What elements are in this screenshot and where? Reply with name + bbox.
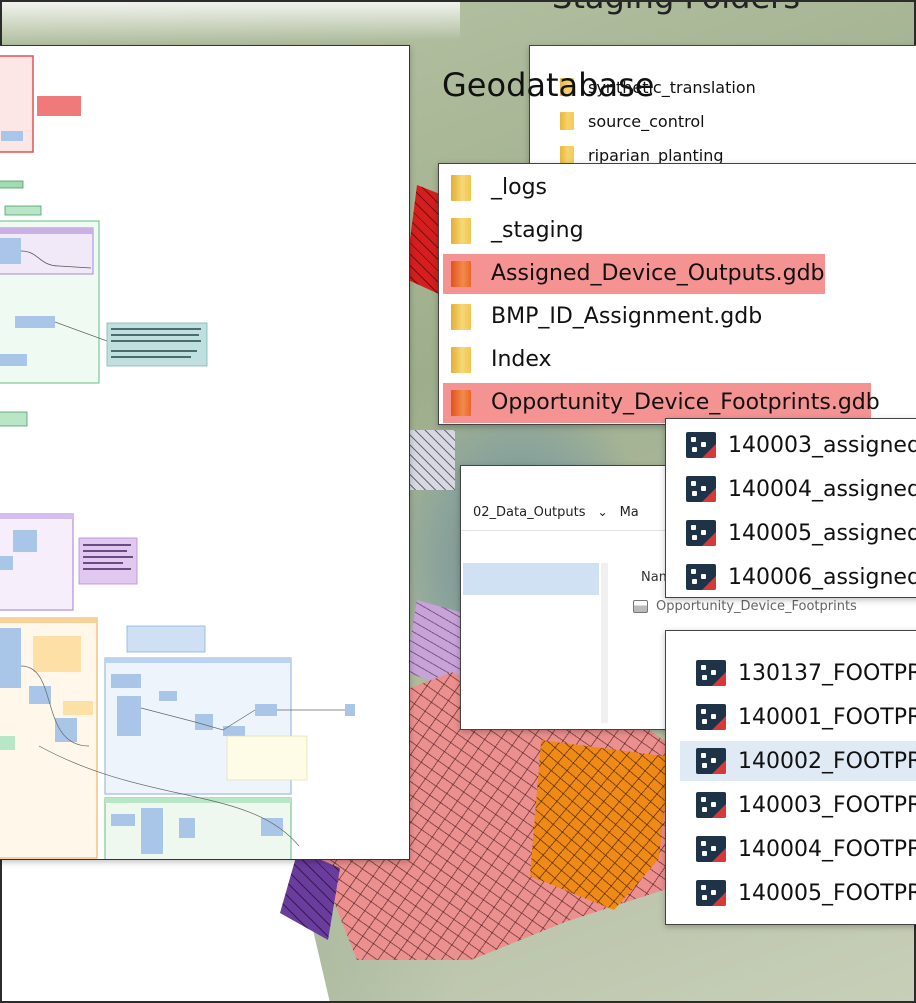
nav-pane-selected-item[interactable]: [463, 563, 599, 595]
feature-class-icon: [696, 660, 726, 686]
folder-icon: [560, 146, 574, 164]
geodatabase-icon: [633, 600, 648, 613]
map-region-mixed: [405, 430, 455, 490]
footprints-panel: 130137_FOOTPR 140001_FOOTPR 140002_FOOTP…: [665, 630, 916, 925]
footprint-item[interactable]: 130137_FOOTPR: [696, 651, 916, 695]
breadcrumb-next[interactable]: Ma: [620, 505, 639, 520]
footprint-label: 140002_FOOTPR: [738, 748, 916, 774]
geodatabase-item[interactable]: Index: [443, 338, 916, 381]
feature-class-item[interactable]: 140003_assigned: [686, 423, 916, 467]
feature-class-icon: [686, 432, 716, 458]
folder-icon: [560, 112, 574, 130]
footprint-item[interactable]: 140001_FOOTPR: [696, 695, 916, 739]
feature-class-item[interactable]: 140006_assigned: [686, 555, 916, 597]
geodatabase-item[interactable]: BMP_ID_Assignment.gdb: [443, 295, 916, 338]
footprint-item[interactable]: 140004_FOOTPR: [696, 827, 916, 871]
assigned-outputs-panel: 140003_assigned 140004_assigned 140005_a…: [665, 418, 916, 598]
geodatabase-item-label: _logs: [491, 175, 547, 200]
footprint-item[interactable]: 140003_FOOTPR: [696, 783, 916, 827]
footprints-list: 130137_FOOTPR 140001_FOOTPR 140002_FOOTP…: [679, 651, 916, 915]
footprint-label: 140001_FOOTPR: [738, 704, 916, 730]
feature-class-icon: [686, 520, 716, 546]
feature-class-label: 140005_assigned: [728, 520, 916, 546]
nav-pane-scrollbar[interactable]: [601, 563, 608, 723]
feature-class-icon: [696, 836, 726, 862]
feature-class-icon: [686, 564, 716, 590]
geodatabase-icon: [451, 389, 471, 416]
geodatabase-item[interactable]: _staging: [443, 209, 916, 252]
geodatabase-item-label: Index: [491, 347, 552, 372]
geodatabase-item-label: Assigned_Device_Outputs.gdb: [491, 261, 825, 286]
feature-class-icon: [696, 792, 726, 818]
feature-class-item[interactable]: 140005_assigned: [686, 511, 916, 555]
workflow-canvas: [0, 46, 409, 859]
annotation-note: [106, 322, 208, 367]
bookmark-orange: [0, 617, 98, 859]
geodatabase-item-label: Opportunity_Device_Footprints.gdb: [491, 390, 880, 415]
geodatabase-item[interactable]: _logs: [443, 166, 916, 209]
feature-class-label: 140006_assigned: [728, 564, 916, 590]
staging-folder-label: source_control: [588, 111, 705, 131]
explorer-gdb-label: Opportunity_Device_Footprints: [656, 599, 857, 614]
geodatabase-item-label: BMP_ID_Assignment.gdb: [491, 304, 763, 329]
fme-workspace-panel: [0, 45, 410, 860]
annotation-blue: [126, 625, 206, 653]
feature-class-icon: [686, 476, 716, 502]
folder-icon: [451, 217, 471, 244]
footprint-label: 130137_FOOTPR: [738, 660, 916, 686]
footprint-item[interactable]: 140005_FOOTPR: [696, 871, 916, 915]
staging-folders-panel: synthetic_translation source_control rip…: [529, 45, 916, 170]
staging-folder-item[interactable]: source_control: [560, 104, 756, 138]
feature-class-label: 140003_assigned: [728, 432, 916, 458]
staging-folders-title: Staging Folders: [552, 0, 800, 16]
folder-icon: [451, 174, 471, 201]
feature-class-icon: [696, 704, 726, 730]
bookmark-green-mid: [0, 411, 28, 427]
feature-class-item[interactable]: 140004_assigned: [686, 467, 916, 511]
footprint-label: 140005_FOOTPR: [738, 880, 916, 906]
breadcrumb-folder[interactable]: 02_Data_Outputs: [473, 505, 586, 520]
feature-class-label: 140004_assigned: [728, 476, 916, 502]
assigned-outputs-list: 140003_assigned 140004_assigned 140005_a…: [686, 423, 916, 597]
footprint-item-selected[interactable]: 140002_FOOTPR: [679, 739, 916, 783]
footprint-label: 140004_FOOTPR: [738, 836, 916, 862]
geodatabase-icon: [451, 260, 471, 287]
geodatabase-item-label: _staging: [491, 218, 584, 243]
folder-icon: [451, 346, 471, 373]
chevron-down-icon[interactable]: ⌄: [598, 505, 608, 519]
geodatabase-panel: _logs _staging Assigned_Device_Outputs.g…: [438, 163, 916, 425]
map-coast: [0, 0, 460, 40]
footprint-label: 140003_FOOTPR: [738, 792, 916, 818]
feature-class-icon: [696, 748, 726, 774]
explorer-gdb-row[interactable]: Opportunity_Device_Footprints: [633, 599, 857, 614]
bookmark-green: [0, 220, 108, 384]
feature-class-icon: [696, 880, 726, 906]
geodatabase-item-highlighted[interactable]: Assigned_Device_Outputs.gdb: [443, 252, 916, 295]
staging-folder-label: riparian_planting: [588, 145, 724, 165]
geodatabase-title: Geodatabase: [442, 66, 655, 104]
geodatabase-list: _logs _staging Assigned_Device_Outputs.g…: [443, 166, 916, 424]
folder-icon: [451, 303, 471, 330]
